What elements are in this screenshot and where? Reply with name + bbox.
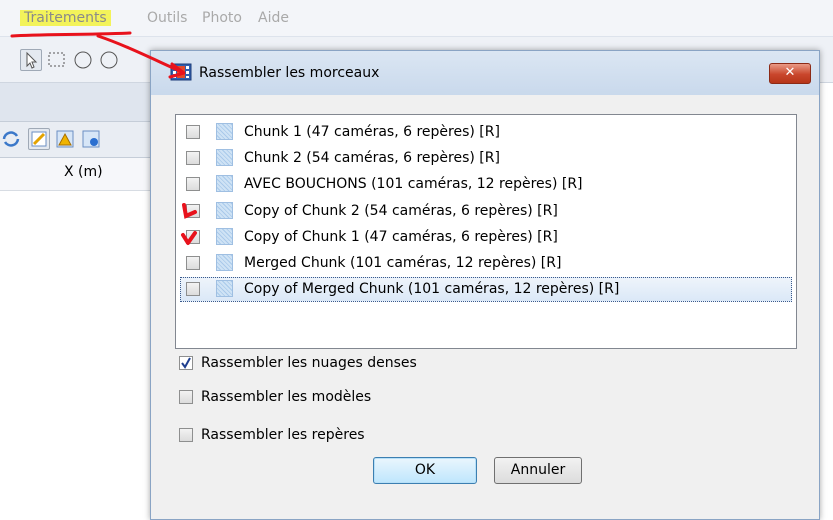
list-item[interactable]: Copy of Chunk 1 (47 caméras, 6 repères) …: [180, 225, 792, 250]
chunk-checkbox[interactable]: [186, 177, 200, 191]
warning-table-icon[interactable]: [54, 128, 76, 150]
chunk-label: Copy of Chunk 1 (47 caméras, 6 repères) …: [244, 229, 558, 245]
chunk-checkbox[interactable]: [186, 256, 200, 270]
option-merge-dense-clouds[interactable]: Rassembler les nuages denses: [175, 353, 575, 375]
select-pointer-icon[interactable]: [20, 49, 42, 71]
check-icon: [181, 357, 191, 369]
red-check-mark-icon: [181, 231, 197, 245]
chunk-checkbox[interactable]: [186, 282, 200, 296]
list-item[interactable]: Chunk 2 (54 caméras, 6 repères) [R]: [180, 146, 792, 171]
chunk-icon: [216, 123, 233, 140]
cancel-button[interactable]: Annuler: [494, 457, 582, 484]
merge-chunks-dialog: Rassembler les morceaux ✕ Chunk 1 (47 ca…: [150, 50, 820, 520]
chunk-icon: [216, 228, 233, 245]
chunk-icon: [216, 254, 233, 271]
option-label: Rassembler les nuages denses: [201, 355, 417, 371]
chunk-label: Chunk 1 (47 caméras, 6 repères) [R]: [244, 124, 500, 140]
menu-aide[interactable]: Aide: [258, 10, 289, 26]
refresh-icon[interactable]: [0, 128, 22, 150]
chunk-checkbox[interactable]: [186, 151, 200, 165]
film-icon: [170, 62, 192, 82]
list-item[interactable]: Copy of Chunk 2 (54 caméras, 6 repères) …: [180, 199, 792, 224]
menu-outils[interactable]: Outils: [147, 10, 187, 26]
chunk-label: Chunk 2 (54 caméras, 6 repères) [R]: [244, 150, 500, 166]
panel-toolbar: [0, 122, 160, 158]
option-merge-markers[interactable]: Rassembler les repères: [175, 425, 575, 447]
list-item[interactable]: AVEC BOUCHONS (101 caméras, 12 repères) …: [180, 172, 792, 197]
option-merge-models[interactable]: Rassembler les modèles: [175, 387, 575, 409]
option-checkbox[interactable]: [179, 390, 193, 404]
circle-selection-icon[interactable]: [72, 49, 94, 71]
chunk-icon: [216, 202, 233, 219]
rectangle-selection-icon[interactable]: [46, 49, 68, 71]
menu-traitements[interactable]: Traitements: [20, 10, 111, 26]
free-selection-icon[interactable]: [98, 49, 120, 71]
list-item[interactable]: Merged Chunk (101 caméras, 12 repères) […: [180, 251, 792, 276]
info-table-icon[interactable]: [80, 128, 102, 150]
menu-photo[interactable]: Photo: [202, 10, 242, 26]
option-label: Rassembler les modèles: [201, 389, 372, 405]
chunk-label: Copy of Merged Chunk (101 caméras, 12 re…: [244, 281, 620, 297]
chunk-icon: [216, 280, 233, 297]
edit-table-icon[interactable]: [28, 128, 50, 150]
column-header-label: X (m): [64, 164, 103, 180]
panel-header: [0, 83, 160, 122]
column-header-x[interactable]: X (m): [0, 158, 160, 191]
menu-bar: Traitements Outils Photo Aide: [0, 0, 833, 37]
chunk-label: Copy of Chunk 2 (54 caméras, 6 repères) …: [244, 203, 558, 219]
list-item-selected[interactable]: Copy of Merged Chunk (101 caméras, 12 re…: [180, 277, 792, 302]
list-item[interactable]: Chunk 1 (47 caméras, 6 repères) [R]: [180, 120, 792, 145]
close-button[interactable]: ✕: [769, 63, 811, 84]
option-label: Rassembler les repères: [201, 427, 365, 443]
chunk-checkbox[interactable]: [186, 125, 200, 139]
dialog-titlebar[interactable]: Rassembler les morceaux ✕: [151, 51, 819, 95]
ok-button[interactable]: OK: [373, 457, 477, 484]
chunk-icon: [216, 149, 233, 166]
option-checkbox[interactable]: [179, 356, 193, 370]
option-checkbox[interactable]: [179, 428, 193, 442]
chunk-list[interactable]: Chunk 1 (47 caméras, 6 repères) [R] Chun…: [175, 114, 797, 349]
chunk-icon: [216, 175, 233, 192]
close-icon: ✕: [784, 65, 796, 80]
red-check-mark-icon: [182, 203, 197, 219]
chunk-label: AVEC BOUCHONS (101 caméras, 12 repères) …: [244, 176, 583, 192]
chunk-label: Merged Chunk (101 caméras, 12 repères) […: [244, 255, 562, 271]
dialog-title: Rassembler les morceaux: [199, 65, 380, 81]
